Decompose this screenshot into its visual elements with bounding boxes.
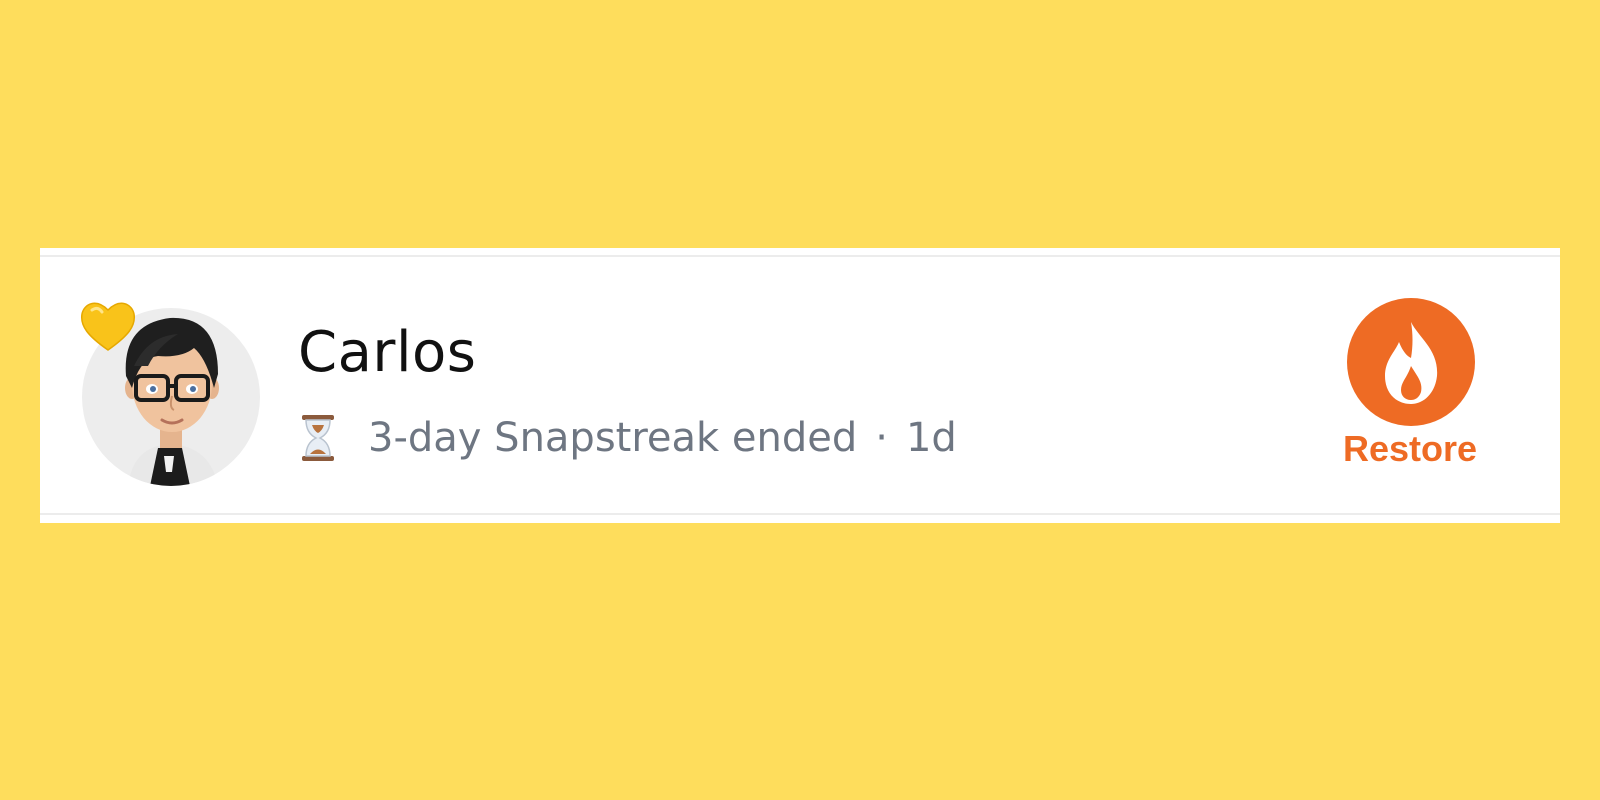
bitmoji-avatar-icon[interactable] (78, 296, 260, 486)
restore-label[interactable]: Restore (1320, 428, 1500, 470)
restore-button[interactable]: Restore (1320, 298, 1500, 488)
top-divider (40, 255, 1560, 257)
friend-row-card[interactable]: Carlos 3-day Snapstreak ended · 1d Resto… (40, 248, 1560, 523)
streak-status-row: 3-day Snapstreak ended · 1d (298, 410, 957, 466)
separator-dot: · (875, 415, 888, 461)
restore-circle[interactable] (1347, 298, 1475, 426)
hourglass-icon (302, 415, 334, 461)
yellow-heart-icon (80, 302, 136, 351)
time-ago: 1d (905, 415, 957, 461)
streak-status-text: 3-day Snapstreak ended (368, 415, 858, 461)
friend-name: Carlos (298, 320, 477, 385)
fire-icon (1385, 322, 1438, 404)
bottom-divider (40, 513, 1560, 515)
